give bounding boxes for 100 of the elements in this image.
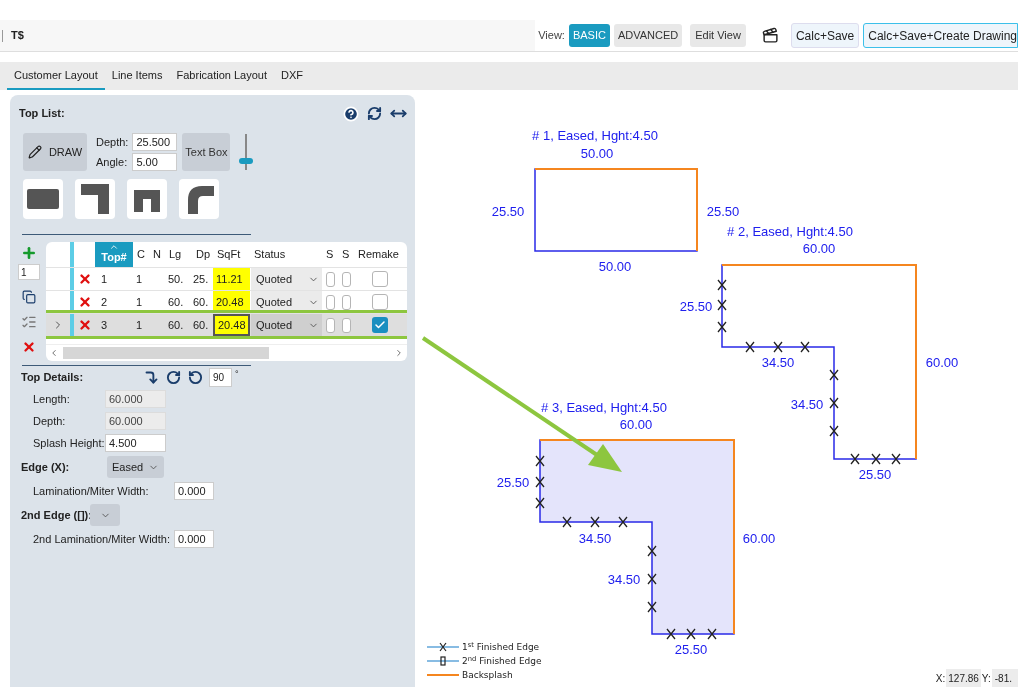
field-input[interactable]: 0.000 — [174, 530, 214, 548]
dimension-label: 60.00 — [619, 417, 653, 432]
sqft-cell: 20.48 — [213, 314, 250, 336]
bracket-edge-line-icon — [427, 656, 459, 666]
column-header[interactable]: S — [322, 242, 338, 267]
field-label: 2nd Edge ([]): — [21, 507, 90, 523]
view-mode-button[interactable]: ADVANCED — [613, 24, 683, 47]
depth-label: Depth: — [96, 134, 129, 150]
scroll-left-icon[interactable] — [49, 348, 59, 358]
shape-template-button[interactable] — [127, 179, 167, 219]
scrollbar-thumb[interactable] — [63, 347, 269, 359]
table-cell-text: 1 — [135, 294, 144, 310]
top-title: # 2, Eased, Hght:4.50 — [727, 224, 853, 239]
quantity-input[interactable]: 1 — [18, 264, 40, 280]
status-dropdown[interactable]: Quoted — [251, 314, 322, 336]
column-header[interactable]: Dp — [192, 242, 213, 267]
pencil-icon — [27, 145, 42, 159]
scroll-right-icon[interactable] — [394, 348, 404, 358]
table-cell-text: 1 — [135, 317, 144, 333]
section-title: Top Details: — [21, 370, 85, 386]
edit-view-button[interactable]: Edit View — [690, 24, 746, 47]
legend-label: Backsplash — [462, 669, 513, 681]
panel-title: Top List: — [19, 106, 65, 122]
dimension-label: 34.50 — [790, 397, 824, 412]
checkbox[interactable] — [325, 271, 335, 287]
table-row[interactable]: 1 1 50. 25. 11.21 Quoted — [46, 267, 407, 290]
video-icon[interactable] — [761, 27, 779, 44]
depth-input[interactable]: 25.500 — [132, 133, 178, 151]
column-header[interactable]: Remake — [354, 242, 405, 267]
delete-icon[interactable] — [77, 318, 92, 332]
checkbox[interactable] — [371, 317, 388, 333]
column-header[interactable]: N — [149, 242, 165, 267]
table-cell-text: 2 — [100, 294, 109, 310]
status-dropdown[interactable]: Quoted — [251, 291, 322, 313]
table-cell-text: 1 — [100, 271, 109, 287]
calc-save-drawing-button[interactable]: Calc+Save+Create Drawing — [863, 23, 1018, 48]
horizontal-scrollbar[interactable] — [46, 344, 407, 361]
finished-edge-line-icon — [427, 642, 459, 652]
help-icon[interactable] — [343, 105, 359, 122]
dimension-label: 25.50 — [706, 204, 740, 219]
field-input[interactable]: 4.500 — [105, 434, 166, 452]
coordinate-value: 127.86 — [946, 669, 981, 687]
checkbox[interactable] — [341, 294, 351, 310]
add-icon[interactable] — [21, 245, 37, 261]
dimension-label: 60.00 — [802, 241, 836, 256]
dimension-label: 34.50 — [761, 355, 795, 370]
slider-thumb[interactable] — [239, 158, 254, 164]
status-dropdown[interactable]: Quoted — [251, 268, 322, 290]
table-cell-text: 60. — [167, 294, 185, 310]
field-label: Depth: — [33, 413, 67, 429]
tab[interactable]: DXF — [274, 62, 310, 90]
column-header[interactable]: SqFt — [213, 242, 250, 267]
column-header[interactable]: S — [338, 242, 354, 267]
legend-label: 1$^{st}$ Finished Edge — [462, 641, 540, 653]
column-header[interactable]: Lg — [165, 242, 192, 267]
rotation-input[interactable]: 90 — [209, 368, 232, 387]
column-header[interactable]: Status — [250, 242, 322, 267]
field-input[interactable]: 0.000 — [174, 482, 214, 500]
rotate-clockwise-icon[interactable] — [166, 370, 181, 385]
field-input: 60.000 — [105, 412, 166, 430]
dimension-label: 60.00 — [742, 531, 776, 546]
copy-icon[interactable] — [22, 290, 36, 304]
tab[interactable]: Fabrication Layout — [169, 62, 274, 90]
field-label: Edge (X): — [21, 459, 71, 475]
text-box-button[interactable]: Text Box — [182, 133, 231, 171]
tab[interactable]: Customer Layout — [7, 62, 105, 90]
table-cell-text: 60. — [192, 294, 210, 310]
shape-template-button[interactable] — [23, 179, 63, 219]
check-icon — [373, 319, 386, 331]
edge-dropdown[interactable]: Eased — [107, 456, 164, 478]
checkbox[interactable] — [341, 271, 351, 287]
sqft-cell: 11.21 — [213, 268, 250, 290]
refresh-icon[interactable] — [367, 106, 382, 121]
rotate-counterclockwise-icon[interactable] — [188, 370, 203, 385]
draw-button[interactable]: DRAW — [23, 133, 87, 171]
delete-icon[interactable] — [77, 272, 92, 286]
checkbox[interactable] — [371, 294, 388, 310]
delete-all-icon[interactable] — [22, 340, 36, 354]
tab[interactable]: Line Items — [104, 62, 170, 90]
delete-icon[interactable] — [77, 295, 92, 309]
checkbox[interactable] — [325, 317, 335, 333]
checkbox[interactable] — [341, 317, 351, 333]
shape-template-button[interactable] — [179, 179, 219, 219]
sort-caret-icon — [109, 242, 119, 252]
checkbox[interactable] — [371, 271, 388, 287]
app-title: T$ — [11, 28, 24, 44]
table-cell-text: 60. — [192, 317, 210, 333]
angle-input[interactable]: 5.00 — [132, 153, 178, 171]
dimension-label: 25.50 — [674, 642, 708, 657]
table-row[interactable]: 3 1 60. 60. 20.48 Quoted — [46, 313, 407, 336]
column-header[interactable]: C — [133, 242, 149, 267]
dimension-label: 25.50 — [679, 299, 713, 314]
field-label: Lamination/Miter Width: — [33, 483, 150, 499]
coordinate-label: X: — [935, 671, 946, 686]
calc-save-button[interactable]: Calc+Save — [790, 23, 860, 48]
checklist-icon[interactable] — [21, 314, 37, 330]
flip-icon[interactable] — [144, 370, 159, 385]
dimension-label: 34.50 — [578, 531, 612, 546]
checkbox[interactable] — [325, 294, 335, 310]
shape-template-button[interactable] — [75, 179, 115, 219]
